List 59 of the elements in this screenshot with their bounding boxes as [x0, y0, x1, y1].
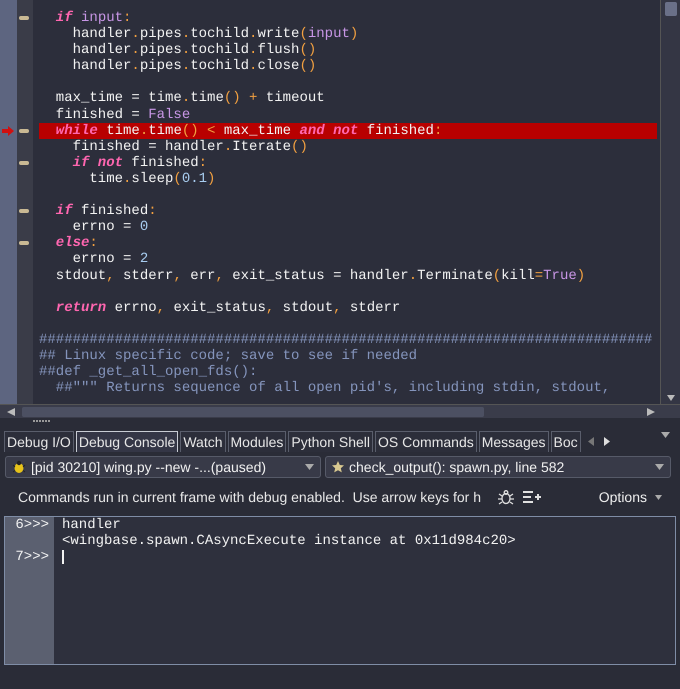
caret-icon [655, 464, 664, 470]
tab-scroll-right-icon[interactable] [602, 437, 611, 446]
options-button[interactable]: Options [598, 486, 662, 508]
scrollbar-thumb[interactable] [22, 406, 484, 416]
frame-dropdown[interactable]: check_output(): spawn.py, line 582 [325, 456, 671, 478]
code-line: if not finished: [72, 154, 208, 171]
process-dropdown[interactable]: [pid 30210] wing.py --new -...(paused) [5, 456, 321, 478]
code-line: handler.pipes.tochild.write(input) [72, 26, 360, 42]
code-line: if finished: [54, 203, 158, 220]
fold-marker-icon[interactable] [19, 241, 29, 246]
panel-tab[interactable]: Debug I/O [4, 431, 74, 452]
panel-tab[interactable]: Messages [478, 431, 549, 452]
code-line: max_time = time.time() + timeout [54, 90, 326, 107]
code-editor[interactable] [0, 0, 660, 404]
console-prompt: 7>>> [15, 549, 49, 565]
bug-icon [12, 460, 26, 474]
tab-menu-caret-icon[interactable] [661, 432, 670, 438]
fold-marker-icon[interactable] [19, 16, 29, 20]
code-line: ##""" Returns sequence of all open pid's, including stdin, stdout, [54, 380, 612, 396]
console-prompt: 6>>> [15, 517, 49, 533]
code-line: finished = handler.Iterate() [72, 138, 309, 155]
code-line: handler.pipes.tochild.flush() [72, 42, 318, 58]
fold-marker-icon[interactable] [19, 209, 29, 214]
code-line: time.sleep(0.1) [88, 170, 216, 188]
code-line: ######################################################################### [39, 332, 654, 348]
code-line: ##def _get_all_open_fds(): [39, 364, 258, 380]
fold-marker-icon[interactable] [19, 128, 29, 133]
code-line: finished = False [54, 106, 192, 123]
panel-tab[interactable]: OS Commands [375, 431, 477, 452]
console-panel[interactable]: 6>>> handler <wingbase.spawn.CAsyncExecute instance at 0x11d984c20> 7>>> [4, 516, 676, 665]
panel-tab[interactable]: Python Shell [288, 431, 374, 452]
panel-tab[interactable]: Boc [550, 431, 581, 452]
fold-marker-icon[interactable] [19, 160, 29, 165]
tab-scroll-left-icon[interactable] [586, 437, 595, 446]
code-line: stdout, stderr, err, exit_status = handler.Terminate(kill=True) [54, 268, 586, 284]
code-line: errno = 2 [72, 251, 150, 268]
panel-tab[interactable]: Debug Console [76, 431, 178, 452]
star-icon [332, 461, 344, 473]
add-list-icon[interactable] [523, 490, 541, 504]
code-line: handler.pipes.tochild.close() [72, 58, 318, 74]
panel-tab[interactable]: Modules [228, 431, 286, 452]
code-line: errno = 0 [72, 219, 150, 236]
hint-text: Commands run in current frame with debug enabled. Use arrow keys for h [18, 488, 481, 507]
vertical-scrollbar[interactable] [660, 0, 680, 404]
caret-icon [655, 494, 662, 500]
code-line: else: [54, 235, 99, 252]
code-line: return errno, exit_status, stdout, stderr [54, 300, 402, 316]
code-line: ## Linux specific code; save to see if needed [39, 348, 418, 364]
caret-icon [305, 464, 314, 470]
scrollbar-thumb[interactable] [664, 2, 676, 16]
horizontal-scrollbar[interactable] [0, 404, 680, 418]
panel-tab[interactable]: Watch [180, 431, 226, 452]
scroll-down-icon[interactable] [666, 394, 676, 402]
console-text: <wingbase.spawn.CAsyncExecute instance at 0x11d984c20> [62, 533, 516, 549]
code-line: if input: [54, 10, 132, 26]
console-text: handler [62, 517, 121, 533]
current-line-arrow-icon [2, 126, 14, 136]
bug-icon[interactable] [497, 489, 515, 505]
resize-grip-icon[interactable] [33, 420, 53, 423]
